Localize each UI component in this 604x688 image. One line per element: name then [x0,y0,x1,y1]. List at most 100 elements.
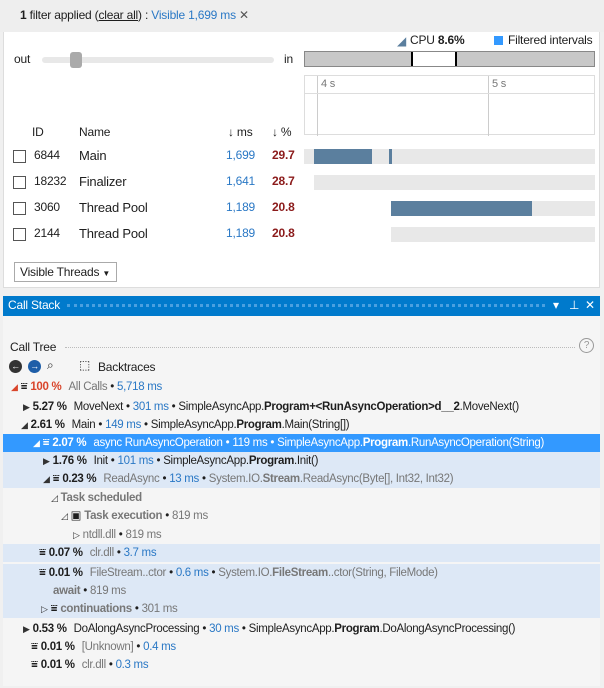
thread-timeline-bar[interactable] [314,175,595,190]
backtraces-icon[interactable]: ⬚ [79,358,90,372]
timeline-ruler: 4 s 5 s [304,75,595,136]
row-signature: SimpleAsyncApp.Program.Init() [163,455,318,467]
row-name: FileStream..ctor [89,567,167,579]
expander-icon[interactable]: ◿ [61,511,68,521]
row-name: [Unknown] [81,641,134,653]
thread-name[interactable]: Main [79,148,107,163]
backtraces-button[interactable]: Backtraces [98,360,156,374]
sig-namespace: System.IO. [208,473,263,485]
clear-all-link[interactable]: clear all [98,8,138,22]
call-tree-row[interactable]: ▶ 0.53 % DoAlongAsyncProcessing • 30 ms • Simp… [3,620,600,638]
row-percent: 100 % [30,381,62,393]
back-icon[interactable]: ← [9,360,22,373]
row-percent: 0.07 % [48,547,83,559]
call-tree-row[interactable]: await • 819 ms [3,582,600,600]
visible-threads-dropdown[interactable]: Visible Threads ▼ [14,262,117,282]
thread-name[interactable]: Finalizer [79,174,127,189]
col-ms[interactable]: ↓ ms [228,125,253,139]
call-tree-row[interactable]: ⩸ 0.07 % clr.dll • 3.7 ms [3,544,600,562]
row-name: Main [71,419,96,431]
call-tree-row[interactable]: ⩸ 0.01 % clr.dll • 0.3 ms [3,656,600,674]
zoom-out-label: out [14,52,31,66]
expander-icon[interactable]: ▶ [23,402,30,412]
sig-namespace: SimpleAsyncApp. [163,455,249,467]
expander-icon[interactable]: ◢ [33,438,40,448]
cpu-icon: ◢ [397,34,407,48]
row-ms: 0.3 ms [115,659,149,671]
call-tree-row[interactable]: ⩸ 0.01 % [Unknown] • 0.4 ms [3,638,600,656]
call-tree-row[interactable]: ▶ 1.76 % Init • 101 ms • SimpleAsyncApp.Progra… [3,452,600,470]
thread-timeline-bar[interactable] [314,149,372,164]
expander-icon[interactable]: ◢ [11,382,18,392]
call-tree-row[interactable]: ◢ ⩸ 2.07 % async RunAsyncOperation • 119 ms • S… [3,434,600,452]
sig-class: Program [248,455,295,467]
row-signature: SimpleAsyncApp.Program.DoAlongAsyncProce… [249,623,516,635]
row-ms: 149 ms [105,419,142,431]
expander-icon[interactable]: ◢ [43,474,50,484]
expander-icon[interactable]: ◢ [21,420,28,430]
dropdown-icon[interactable]: ▾ [553,298,559,312]
call-tree-row[interactable]: ◿ ▣ Task execution • 819 ms [3,507,600,525]
row-signature: System.IO.Stream.ReadAsync(Byte[], Int32… [208,473,454,485]
row-ms: 819 ms [125,529,162,541]
call-tree-row[interactable]: ▷ ⩸ continuations • 301 ms [3,600,600,618]
expander-icon[interactable]: ▷ [73,530,80,540]
thread-name[interactable]: Thread Pool [79,200,148,215]
row-name: Init [93,455,108,467]
sig-method: .DoAlongAsyncProcessing() [379,623,516,635]
sig-method: .Init() [294,455,319,467]
sig-class: Program+<RunAsyncOperation>d__2 [264,401,460,413]
thread-id: 6844 [34,148,60,162]
forward-icon[interactable]: → [28,360,41,373]
help-icon[interactable]: ? [579,338,594,353]
call-tree-row[interactable]: ⩸ 0.01 % FileStream..ctor • 0.6 ms • System.IO… [3,564,600,582]
sig-namespace: SimpleAsyncApp. [248,623,335,635]
row-percent: 0.01 % [40,641,75,653]
col-id[interactable]: ID [32,125,44,139]
row-name: ReadAsync [103,473,160,485]
search-icon[interactable]: ⌕ [47,358,54,373]
call-tree-row[interactable]: ◢ ⩸ 100 % All Calls • 5,718 ms [3,378,600,396]
call-tree-row[interactable]: ▶ 5.27 % MoveNext • 301 ms • SimpleAsyncApp.Pr… [3,398,600,416]
thread-ms: 1,699 [226,148,256,162]
thread-pct: 29.7 [272,148,295,162]
filter-icon: ⩸ [31,641,38,653]
pin-icon[interactable]: ⊥ [569,298,579,312]
sig-method: .Main(String[]) [281,419,350,431]
timeline-overview[interactable] [304,51,595,67]
thread-ms: 1,189 [226,200,256,214]
thread-timeline-bar[interactable] [389,149,392,164]
close-icon[interactable]: ✕ [585,298,595,312]
tick-4s: 4 s [321,78,336,90]
call-tree-row[interactable]: ◢ ⩸ 0.23 % ReadAsync • 13 ms • System.IO.Stream… [3,470,600,488]
thread-ms: 1,641 [226,174,256,188]
row-label: continuations [60,603,132,615]
expander-icon[interactable]: ▶ [43,456,50,466]
overview-selection[interactable] [411,52,457,66]
task-icon: ▣ [70,510,82,522]
close-filter-icon[interactable]: ✕ [239,8,249,22]
row-name: async RunAsyncOperation [93,437,223,449]
expander-icon[interactable]: ◿ [51,493,58,503]
thread-checkbox[interactable] [13,228,26,241]
col-pct[interactable]: ↓ % [272,125,292,139]
col-name[interactable]: Name [79,125,110,139]
expander-icon[interactable]: ▶ [23,624,30,634]
thread-checkbox[interactable] [13,202,26,215]
row-signature: SimpleAsyncApp.Program.RunAsyncOperation… [277,437,544,449]
row-name: ntdll.dll [82,529,116,541]
thread-checkbox[interactable] [13,150,26,163]
call-tree-row[interactable]: ◿ Task scheduled [3,489,600,507]
call-tree-row[interactable]: ▷ ntdll.dll • 819 ms [3,526,600,544]
thread-timeline-bar[interactable] [391,227,595,242]
call-tree-row[interactable]: ◢ 2.61 % Main • 149 ms • SimpleAsyncApp.Progra… [3,416,600,434]
row-ms: 5,718 ms [117,381,162,393]
row-label: await [53,585,81,597]
row-ms: 301 ms [141,603,178,615]
zoom-slider-thumb[interactable] [70,52,82,68]
row-label: Task scheduled [60,492,143,504]
thread-name[interactable]: Thread Pool [79,226,148,241]
thread-timeline-bar[interactable] [391,201,532,216]
thread-checkbox[interactable] [13,176,26,189]
expander-icon[interactable]: ▷ [41,604,48,614]
